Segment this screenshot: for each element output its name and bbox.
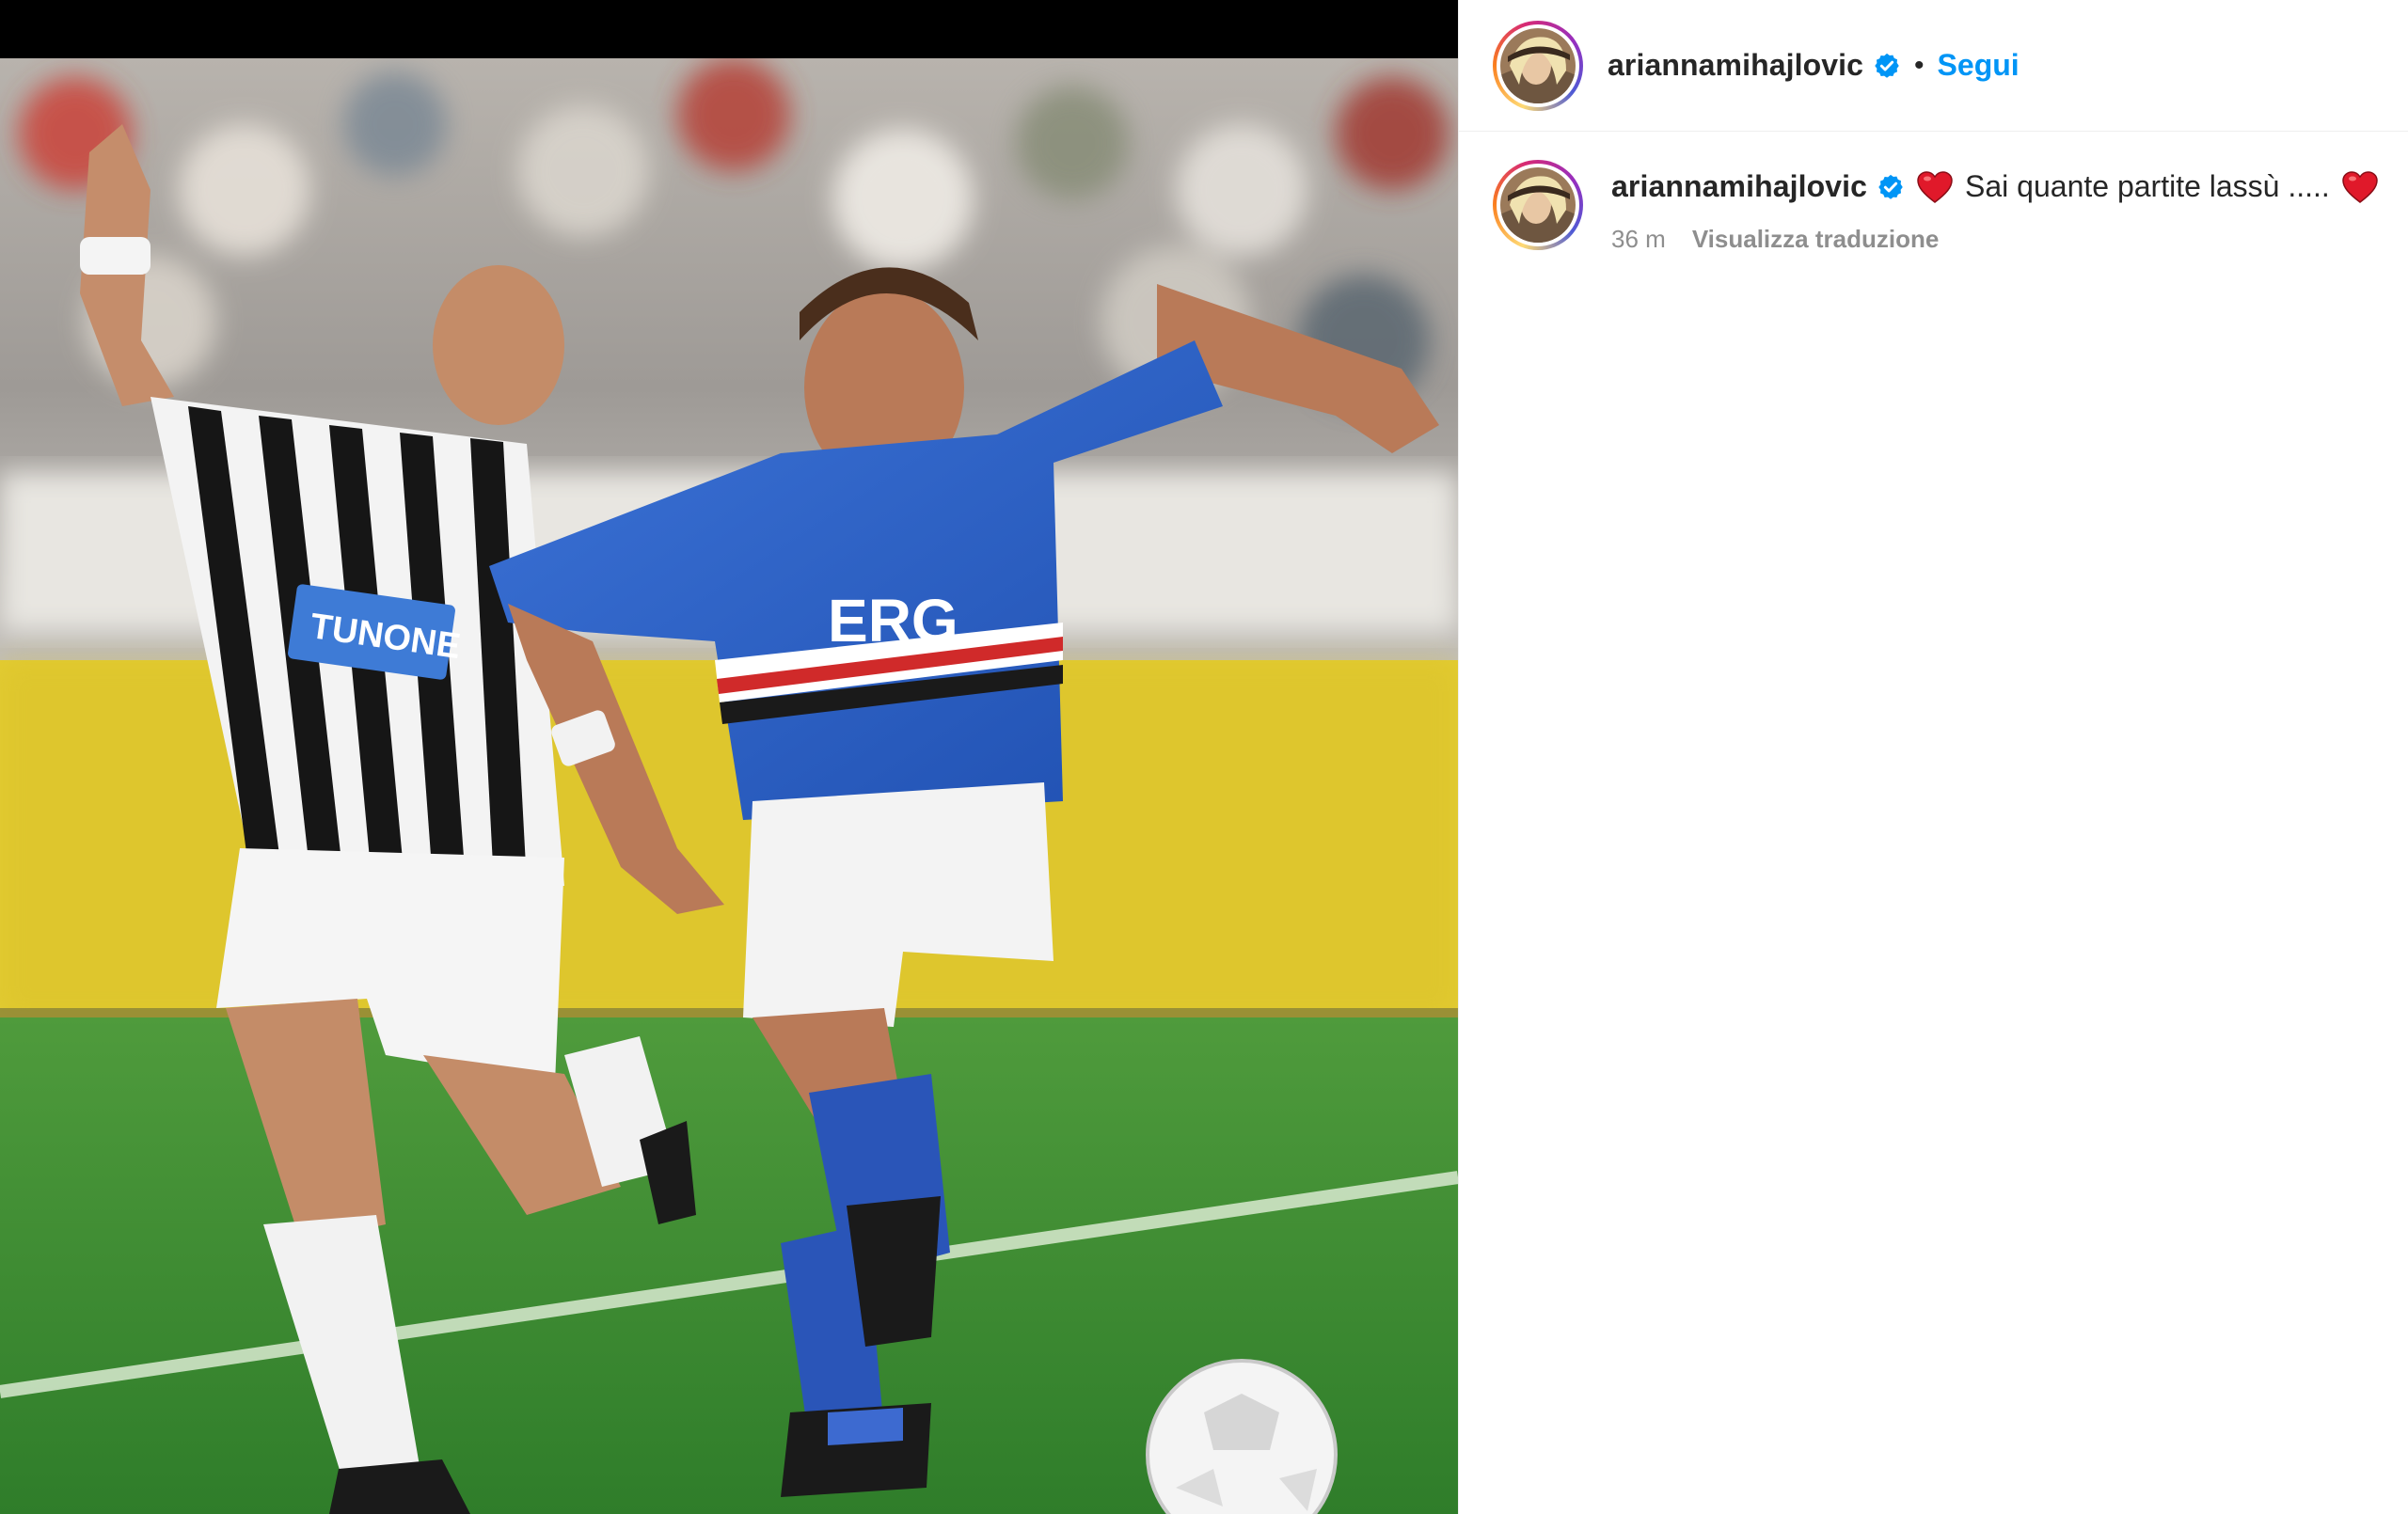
post-media: TUNONE ERG: [0, 0, 1458, 1514]
avatar-image: [1500, 167, 1576, 243]
football-photo: TUNONE ERG: [0, 58, 1458, 1514]
verified-badge-icon: [1877, 173, 1905, 201]
profile-avatar[interactable]: [1493, 20, 1583, 111]
verified-badge-icon: [1873, 52, 1901, 80]
post-photo[interactable]: TUNONE ERG: [0, 58, 1458, 1514]
right-jersey-sponsor: ERG: [828, 587, 958, 654]
comment-avatar[interactable]: [1493, 160, 1583, 250]
caption-comment: ariannamihajlovic Sai quante partite las…: [1493, 160, 2386, 254]
heart-icon: [2341, 170, 2379, 204]
comment-timestamp[interactable]: 36 m: [1611, 225, 1666, 254]
comment-meta: 36 m Visualizza traduzione: [1611, 225, 2379, 254]
header-username[interactable]: ariannamihajlovic: [1608, 48, 1863, 83]
heart-icon: [1916, 170, 1954, 204]
avatar-image: [1500, 27, 1576, 103]
header-separator: •: [1914, 49, 1925, 81]
comment-text: Sai quante partite lassù .....: [1965, 169, 2330, 203]
post-header: ariannamihajlovic • Segui: [1459, 0, 2408, 132]
comment-username[interactable]: ariannamihajlovic: [1611, 169, 1867, 204]
follow-button[interactable]: Segui: [1938, 48, 2020, 83]
post-side-panel: ariannamihajlovic • Segui ariannamihajlo…: [1458, 0, 2408, 1514]
comment-line: ariannamihajlovic Sai quante partite las…: [1611, 169, 2379, 204]
see-translation-button[interactable]: Visualizza traduzione: [1692, 225, 1939, 254]
comment-body: ariannamihajlovic Sai quante partite las…: [1611, 160, 2379, 254]
